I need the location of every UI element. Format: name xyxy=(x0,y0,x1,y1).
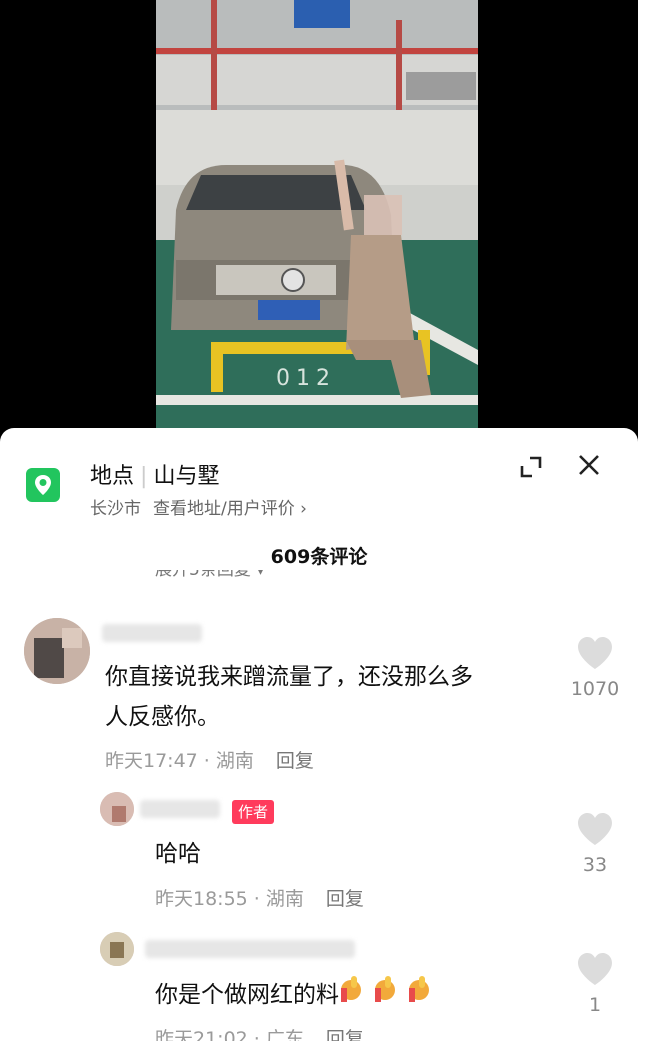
username-blurred[interactable] xyxy=(145,940,355,958)
avatar[interactable] xyxy=(24,618,90,684)
comment-time: 昨天17:47 xyxy=(105,750,198,772)
comment-text: 哈哈 xyxy=(155,841,201,867)
like-count: 1070 xyxy=(570,678,620,700)
comment-region: 湖南 xyxy=(265,888,304,910)
like-button[interactable]: 1070 xyxy=(565,636,625,700)
comment-time: 昨天18:55 xyxy=(155,888,248,910)
comment-region: 广东 xyxy=(265,1028,304,1041)
video-frame[interactable]: 012 xyxy=(156,0,478,430)
reply-button[interactable]: 回复 xyxy=(326,888,364,910)
avatar[interactable] xyxy=(100,932,134,966)
comment-text-line: 你直接说我来蹭流量了，还没那么多 xyxy=(105,664,473,690)
comment-text: 你是个做网红的料 xyxy=(155,974,445,1017)
username-blurred[interactable] xyxy=(102,624,202,642)
location-subtitle[interactable]: 长沙市 查看地址/用户评价 › xyxy=(90,494,307,519)
close-icon[interactable] xyxy=(576,452,602,478)
heart-icon xyxy=(578,953,612,985)
comment-time: 昨天21:02 xyxy=(155,1028,248,1041)
author-badge: 作者 xyxy=(232,800,275,824)
thumbs-up-emoji xyxy=(339,974,445,1017)
like-button[interactable]: 1 xyxy=(565,952,625,1016)
expand-replies-link[interactable]: 展开5条回复 ▾ xyxy=(155,570,265,582)
svg-text:012: 012 xyxy=(276,366,336,391)
comment-meta: 昨天21:02 · 广东 回复 xyxy=(155,1024,364,1041)
like-count: 1 xyxy=(588,994,602,1016)
screen-edge xyxy=(638,428,650,1041)
comment-text-line: 你是个做网红的料 xyxy=(155,982,339,1008)
location-name: 山与墅 xyxy=(153,464,220,489)
like-count: 33 xyxy=(582,854,608,876)
map-pin-icon[interactable] xyxy=(26,468,60,502)
parking-garage-photo: 012 xyxy=(156,0,478,430)
comment-count: 609条评论 xyxy=(270,546,368,568)
expand-icon[interactable] xyxy=(518,454,544,480)
reply-button[interactable]: 回复 xyxy=(326,1028,364,1041)
username-blurred[interactable] xyxy=(140,800,220,818)
like-button[interactable]: 33 xyxy=(565,812,625,876)
comment-meta: 昨天17:47 · 湖南 回复 xyxy=(105,750,314,772)
reply-button[interactable]: 回复 xyxy=(276,750,314,772)
comment-region: 湖南 xyxy=(215,750,254,772)
video-player[interactable]: 012 xyxy=(0,0,650,440)
heart-icon xyxy=(578,637,612,669)
location-label: 地点 xyxy=(90,464,135,489)
location-link[interactable]: 查看地址/用户评价 › xyxy=(153,499,307,519)
location-title[interactable]: 地点 | 山与墅 xyxy=(90,458,219,490)
comments-panel: 地点 | 山与墅 长沙市 查看地址/用户评价 › 609条评论 展开5条回复 ▾ 你直… xyxy=(0,428,638,1041)
heart-icon xyxy=(578,813,612,845)
comment-meta: 昨天18:55 · 湖南 回复 xyxy=(155,888,364,910)
screen-edge xyxy=(638,0,650,440)
avatar[interactable] xyxy=(100,792,134,826)
comment-text: 你直接说我来蹭流量了，还没那么多 人反感你。 xyxy=(105,657,473,737)
location-city: 长沙市 xyxy=(90,499,141,519)
comment-text-line: 人反感你。 xyxy=(105,704,220,730)
